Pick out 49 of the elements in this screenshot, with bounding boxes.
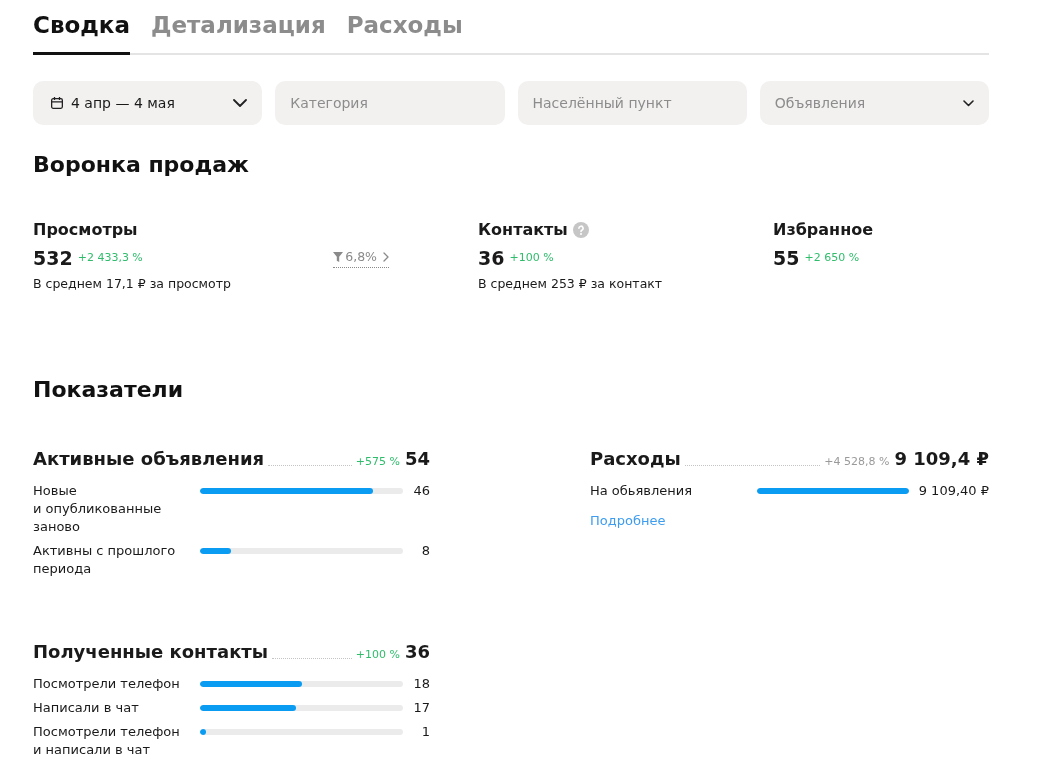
input-field[interactable]: Населённый пункт [517, 81, 747, 125]
chevron-down-icon [233, 99, 248, 107]
tab[interactable]: Расходы [346, 10, 463, 55]
group-total: 54 [404, 447, 430, 471]
metric-note: В среднем 17,1 ₽ за просмотр [33, 275, 232, 293]
conversion-link[interactable]: 6,8% [333, 248, 389, 268]
select-field[interactable]: Объявления [759, 81, 989, 125]
group-total: 36 [404, 640, 430, 664]
change-percent: +100 % [509, 250, 554, 266]
metric-label: Контакты [478, 220, 568, 240]
row-label: Активны с прошлого периода [33, 542, 177, 578]
group-total: 9 109,4 ₽ [894, 447, 989, 471]
row-value: 1 [420, 723, 430, 741]
row-label: Написали в чат [33, 699, 140, 717]
change-percent: +2 650 % [804, 250, 860, 266]
group-title: Активные объявления [33, 447, 265, 471]
metric-label: Просмотры [33, 220, 138, 240]
group-title: Расходы [590, 447, 681, 471]
date-range-picker[interactable]: 4 апр — 4 мая [33, 81, 263, 125]
metric-label: Избранное [773, 220, 874, 240]
section-heading: Показатели [33, 376, 185, 404]
row-value: 18 [413, 675, 430, 693]
row-label: На обьявления [590, 482, 694, 500]
metric-value: 532 [33, 246, 73, 271]
tab[interactable]: Сводка [33, 10, 130, 55]
row-label: Посмотрели телефон и написали в чат [33, 723, 181, 759]
chevron-right-icon [383, 251, 389, 262]
tab[interactable]: Детализация [150, 10, 326, 55]
calendar-icon [51, 97, 63, 109]
change-percent: +100 % [355, 647, 400, 663]
row-value: 8 [420, 542, 430, 560]
metric-note: В среднем 253 ₽ за контакт [478, 275, 664, 293]
section-heading: Воронка продаж [33, 151, 250, 179]
chevron-down-icon [963, 99, 974, 107]
change-percent: +2 433,3 % [77, 250, 143, 266]
change-percent: +4 528,8 % [824, 454, 890, 470]
metric-value: 36 [478, 246, 505, 271]
change-percent: +575 % [355, 454, 400, 470]
group-title: Полученные контакты [33, 640, 269, 664]
row-label: Новые и опубликованные заново [33, 482, 163, 536]
input-field[interactable]: Категория [275, 81, 505, 125]
row-label: Посмотрели телефон [33, 675, 181, 693]
row-value: 9 109,40 ₽ [918, 482, 989, 500]
row-value: 17 [413, 699, 430, 717]
funnel-icon [333, 251, 344, 262]
help-icon[interactable] [572, 222, 589, 238]
row-value: 46 [413, 482, 430, 500]
details-link[interactable]: Подробнее [590, 512, 666, 530]
metric-value: 55 [773, 246, 800, 271]
